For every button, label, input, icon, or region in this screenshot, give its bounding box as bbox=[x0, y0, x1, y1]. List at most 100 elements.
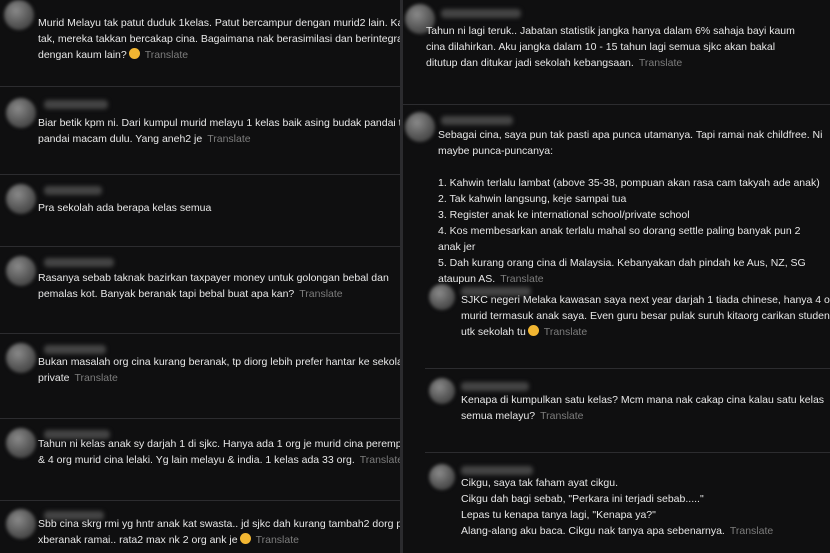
avatar[interactable] bbox=[6, 98, 36, 128]
username[interactable] bbox=[44, 258, 114, 267]
comment-line: Sbb cina skrg rmi yg hntr anak kat swast… bbox=[38, 518, 400, 530]
avatar[interactable] bbox=[429, 284, 455, 310]
comment-text: Sbb cina skrg rmi yg hntr anak kat swast… bbox=[38, 516, 400, 548]
comment-line: murid termasuk anak saya. Even guru besa… bbox=[461, 310, 830, 322]
comment-line: Alang-alang aku baca. Cikgu nak tanya ap… bbox=[461, 525, 725, 537]
comment-text: Bukan masalah org cina kurang beranak, t… bbox=[38, 354, 400, 386]
reply-item[interactable]: Kenapa di kumpulkan satu kelas? Mcm mana… bbox=[403, 372, 830, 452]
comment-line: Lepas tu kenapa tanya lagi, "Kenapa ya?" bbox=[461, 509, 656, 521]
comment-line: Rasanya sebab taknak bazirkan taxpayer m… bbox=[38, 272, 389, 284]
username[interactable] bbox=[461, 466, 533, 475]
comment-line: private bbox=[38, 372, 70, 384]
username[interactable] bbox=[44, 345, 106, 354]
left-comment-column: Murid Melayu tak patut duduk 1kelas. Pat… bbox=[0, 0, 400, 553]
translate-link[interactable]: Translate bbox=[207, 133, 250, 145]
comment-item[interactable]: Sbb cina skrg rmi yg hntr anak kat swast… bbox=[0, 503, 400, 553]
thinking-face-emoji bbox=[128, 48, 140, 59]
comment-line: Tahun ni lagi teruk.. Jabatan statistik … bbox=[426, 25, 795, 37]
translate-link[interactable]: Translate bbox=[730, 525, 773, 537]
comment-line: 2. Tak kahwin langsung, keje sampai tua bbox=[438, 193, 627, 205]
avatar[interactable] bbox=[6, 256, 36, 286]
divider bbox=[0, 246, 400, 247]
comment-line: 3. Register anak ke international school… bbox=[438, 209, 690, 221]
comment-line: ditutup dan ditukar jadi sekolah kebangs… bbox=[426, 57, 634, 69]
comment-item[interactable]: Tahun ni lagi teruk.. Jabatan statistik … bbox=[403, 0, 830, 100]
comment-line bbox=[438, 159, 822, 175]
username[interactable] bbox=[461, 382, 529, 391]
reply-item[interactable]: Cikgu, saya tak faham ayat cikgu. Cikgu … bbox=[403, 456, 830, 553]
reply-item[interactable]: SJKC negeri Melaka kawasan saya next yea… bbox=[403, 280, 830, 370]
comment-line: Tahun ni kelas anak sy darjah 1 di sjkc.… bbox=[38, 438, 400, 450]
username[interactable] bbox=[441, 9, 521, 18]
comment-line: dengan kaum lain? bbox=[38, 49, 127, 61]
laughing-face-emoji bbox=[527, 325, 539, 336]
translate-link[interactable]: Translate bbox=[639, 57, 682, 69]
divider bbox=[0, 174, 400, 175]
comment-item[interactable]: Bukan masalah org cina kurang beranak, t… bbox=[0, 337, 400, 417]
translate-link[interactable]: Translate bbox=[75, 372, 118, 384]
comment-line: 1. Kahwin terlalu lambat (above 35-38, p… bbox=[438, 177, 820, 189]
translate-link[interactable]: Translate bbox=[145, 49, 188, 61]
translate-link[interactable]: Translate bbox=[299, 288, 342, 300]
username[interactable] bbox=[441, 116, 513, 125]
comment-line: Bukan masalah org cina kurang beranak, t… bbox=[38, 356, 400, 368]
comment-item[interactable]: Sebagai cina, saya pun tak pasti apa pun… bbox=[403, 108, 830, 285]
comment-line: Murid Melayu tak patut duduk 1kelas. Pat… bbox=[38, 17, 400, 29]
avatar[interactable] bbox=[6, 343, 36, 373]
translate-link[interactable]: Translate bbox=[540, 410, 583, 422]
avatar[interactable] bbox=[4, 0, 34, 30]
comment-text: Cikgu, saya tak faham ayat cikgu. Cikgu … bbox=[461, 475, 773, 539]
divider bbox=[0, 418, 400, 419]
comment-line: SJKC negeri Melaka kawasan saya next yea… bbox=[461, 294, 830, 306]
comment-line: Cikgu dah bagi sebab, "Perkara ini terja… bbox=[461, 493, 704, 505]
comment-line: xberanak ramai.. rata2 max nk 2 org ank … bbox=[38, 534, 238, 546]
comment-line: Sebagai cina, saya pun tak pasti apa pun… bbox=[438, 129, 823, 141]
avatar[interactable] bbox=[6, 428, 36, 458]
comment-text: Biar betik kpm ni. Dari kumpul murid mel… bbox=[38, 115, 400, 147]
comment-line: utk sekolah tu bbox=[461, 326, 526, 338]
translate-link[interactable]: Translate bbox=[544, 326, 587, 338]
comment-line: pemalas kot. Banyak beranak tapi bebal b… bbox=[38, 288, 295, 300]
username[interactable] bbox=[44, 100, 108, 109]
comment-text: Tahun ni kelas anak sy darjah 1 di sjkc.… bbox=[38, 436, 400, 468]
divider bbox=[425, 368, 830, 369]
comment-text: Rasanya sebab taknak bazirkan taxpayer m… bbox=[38, 270, 389, 302]
comment-line: anak jer bbox=[438, 241, 476, 253]
avatar[interactable] bbox=[405, 112, 435, 142]
laughing-face-emoji bbox=[239, 533, 251, 544]
avatar[interactable] bbox=[6, 509, 36, 539]
comment-item[interactable]: Rasanya sebab taknak bazirkan taxpayer m… bbox=[0, 250, 400, 330]
username[interactable] bbox=[44, 186, 102, 195]
avatar[interactable] bbox=[6, 184, 36, 214]
comment-line: Biar betik kpm ni. Dari kumpul murid mel… bbox=[38, 117, 400, 129]
comment-line: Pra sekolah ada berapa kelas semua bbox=[38, 202, 212, 214]
comment-item[interactable]: Pra sekolah ada berapa kelas semua bbox=[0, 178, 400, 244]
right-comment-column: Tahun ni lagi teruk.. Jabatan statistik … bbox=[403, 0, 830, 553]
comment-text: Tahun ni lagi teruk.. Jabatan statistik … bbox=[426, 23, 795, 71]
comment-line: & 4 org murid cina lelaki. Yg lain melay… bbox=[38, 454, 355, 466]
comment-line: tak, mereka takkan bercakap cina. Bagaim… bbox=[38, 33, 400, 45]
comment-item[interactable]: Tahun ni kelas anak sy darjah 1 di sjkc.… bbox=[0, 422, 400, 502]
comment-line: pandai macam dulu. Yang aneh2 je bbox=[38, 133, 203, 145]
comment-text: Pra sekolah ada berapa kelas semua bbox=[38, 200, 211, 216]
comment-item[interactable]: Biar betik kpm ni. Dari kumpul murid mel… bbox=[0, 90, 400, 170]
comment-line: Kenapa di kumpulkan satu kelas? Mcm mana… bbox=[461, 394, 825, 406]
avatar[interactable] bbox=[429, 464, 455, 490]
divider bbox=[0, 86, 400, 87]
comment-line: cina dilahirkan. Aku jangka dalam 10 - 1… bbox=[426, 41, 776, 53]
translate-link[interactable]: Translate bbox=[360, 454, 400, 466]
divider bbox=[0, 333, 400, 334]
comment-text: Kenapa di kumpulkan satu kelas? Mcm mana… bbox=[461, 392, 824, 424]
comment-line: 5. Dah kurang orang cina di Malaysia. Ke… bbox=[438, 257, 806, 269]
comment-text: SJKC negeri Melaka kawasan saya next yea… bbox=[461, 292, 830, 340]
divider bbox=[403, 104, 830, 105]
divider bbox=[0, 500, 400, 501]
comment-line: maybe punca-puncanya: bbox=[438, 145, 553, 157]
comment-line: semua melayu? bbox=[461, 410, 536, 422]
comment-item[interactable]: Murid Melayu tak patut duduk 1kelas. Pat… bbox=[0, 0, 400, 84]
avatar[interactable] bbox=[429, 378, 455, 404]
divider bbox=[425, 452, 830, 453]
translate-link[interactable]: Translate bbox=[256, 534, 299, 546]
comment-line: 4. Kos membesarkan anak terlalu mahal so… bbox=[438, 225, 801, 237]
comment-text: Sebagai cina, saya pun tak pasti apa pun… bbox=[438, 127, 822, 287]
